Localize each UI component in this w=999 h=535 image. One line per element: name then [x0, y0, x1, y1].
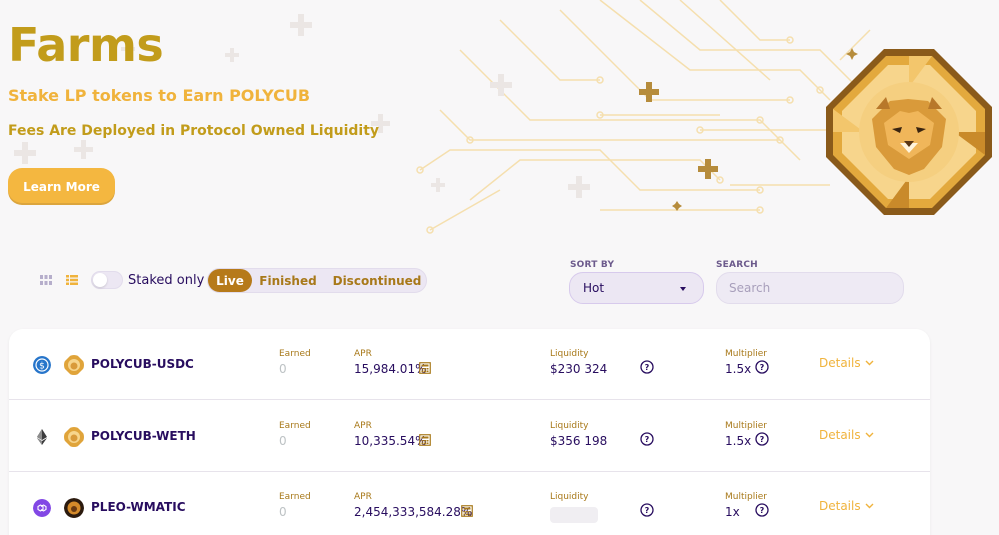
page-subtitle: Stake LP tokens to Earn POLYCUB: [8, 86, 311, 105]
sort-by-label: SORT BY: [570, 260, 615, 270]
help-icon[interactable]: ?: [755, 503, 769, 517]
multiplier-value: 1.5x: [725, 434, 752, 448]
eth-icon: [37, 429, 47, 445]
apr-value: 2,454,333,584.28%: [354, 505, 473, 519]
grid-view-icon[interactable]: [40, 275, 52, 285]
details-toggle[interactable]: Details: [819, 428, 874, 442]
search-input[interactable]: [716, 272, 904, 304]
liquidity-label: Liquidity: [550, 492, 589, 502]
liquidity-loading-skeleton: [550, 507, 598, 523]
pleo-icon: [64, 498, 84, 518]
table-row[interactable]: PLEO-WMATIC Earned 0 APR 2,454,333,584.2…: [9, 472, 930, 535]
apr-label: APR: [354, 421, 372, 431]
page-title: Farms: [8, 18, 164, 72]
help-icon[interactable]: ?: [640, 503, 654, 517]
multiplier-value: 1x: [725, 505, 740, 519]
apr-label: APR: [354, 492, 372, 502]
sort-by-select[interactable]: Hot: [569, 272, 704, 304]
liquidity-value: $230 324: [550, 362, 608, 376]
earned-value: 0: [279, 362, 287, 376]
chevron-down-icon: [865, 360, 874, 366]
details-label: Details: [819, 356, 861, 370]
apr-value: 15,984.01%: [354, 362, 427, 376]
help-icon[interactable]: ?: [755, 360, 769, 374]
earned-label: Earned: [279, 421, 311, 431]
staked-only-label: Staked only: [128, 273, 205, 288]
multiplier-label: Multiplier: [725, 421, 767, 431]
sort-by-value: Hot: [583, 281, 605, 295]
details-toggle[interactable]: Details: [819, 356, 874, 370]
liquidity-value: $356 198: [550, 434, 608, 448]
table-row[interactable]: $ POLYCUB-USDC Earned 0 APR 15,984.01% L…: [9, 329, 930, 400]
earned-label: Earned: [279, 492, 311, 502]
earned-value: 0: [279, 434, 287, 448]
apr-value: 10,335.54%: [354, 434, 427, 448]
earned-label: Earned: [279, 349, 311, 359]
farm-pair-name: PLEO-WMATIC: [91, 500, 186, 514]
staked-only-toggle[interactable]: [91, 271, 123, 289]
polycub-icon: [64, 355, 84, 375]
svg-text:?: ?: [645, 506, 650, 515]
farms-table: $ POLYCUB-USDC Earned 0 APR 15,984.01% L…: [9, 329, 930, 535]
farm-pair-name: POLYCUB-WETH: [91, 429, 196, 443]
search-label: SEARCH: [716, 260, 758, 270]
matic-icon: [33, 499, 51, 517]
polycub-icon: [64, 427, 84, 447]
caret-down-icon: [680, 287, 686, 291]
calculator-icon[interactable]: [419, 362, 431, 374]
tab-finished[interactable]: Finished: [254, 269, 322, 292]
tab-discontinued[interactable]: Discontinued: [326, 269, 428, 292]
svg-text:?: ?: [645, 363, 650, 372]
learn-more-button[interactable]: Learn More: [8, 168, 115, 205]
details-toggle[interactable]: Details: [819, 499, 874, 513]
toggle-knob: [93, 273, 107, 287]
polycub-lion-badge-icon: [826, 49, 992, 215]
multiplier-label: Multiplier: [725, 349, 767, 359]
svg-text:?: ?: [645, 435, 650, 444]
liquidity-label: Liquidity: [550, 349, 589, 359]
help-icon[interactable]: ?: [640, 432, 654, 446]
page-description: Fees Are Deployed in Protocol Owned Liqu…: [8, 123, 380, 139]
usdc-icon: $: [33, 356, 51, 374]
liquidity-label: Liquidity: [550, 421, 589, 431]
table-row[interactable]: POLYCUB-WETH Earned 0 APR 10,335.54% Liq…: [9, 401, 930, 472]
calculator-icon[interactable]: [419, 434, 431, 446]
earned-value: 0: [279, 505, 287, 519]
tab-live[interactable]: Live: [208, 269, 252, 292]
farm-status-tabs: Live Finished Discontinued: [207, 268, 427, 293]
help-icon[interactable]: ?: [640, 360, 654, 374]
details-label: Details: [819, 428, 861, 442]
chevron-down-icon: [865, 503, 874, 509]
apr-label: APR: [354, 349, 372, 359]
svg-text:$: $: [39, 362, 45, 372]
svg-text:?: ?: [760, 363, 765, 372]
help-icon[interactable]: ?: [755, 432, 769, 446]
svg-text:?: ?: [760, 435, 765, 444]
multiplier-value: 1.5x: [725, 362, 752, 376]
details-label: Details: [819, 499, 861, 513]
farm-pair-name: POLYCUB-USDC: [91, 357, 194, 371]
multiplier-label: Multiplier: [725, 492, 767, 502]
svg-text:?: ?: [760, 506, 765, 515]
farms-hero: Farms Stake LP tokens to Earn POLYCUB Fe…: [0, 0, 999, 240]
list-view-icon[interactable]: [66, 275, 78, 285]
chevron-down-icon: [865, 432, 874, 438]
calculator-icon[interactable]: [461, 505, 473, 517]
